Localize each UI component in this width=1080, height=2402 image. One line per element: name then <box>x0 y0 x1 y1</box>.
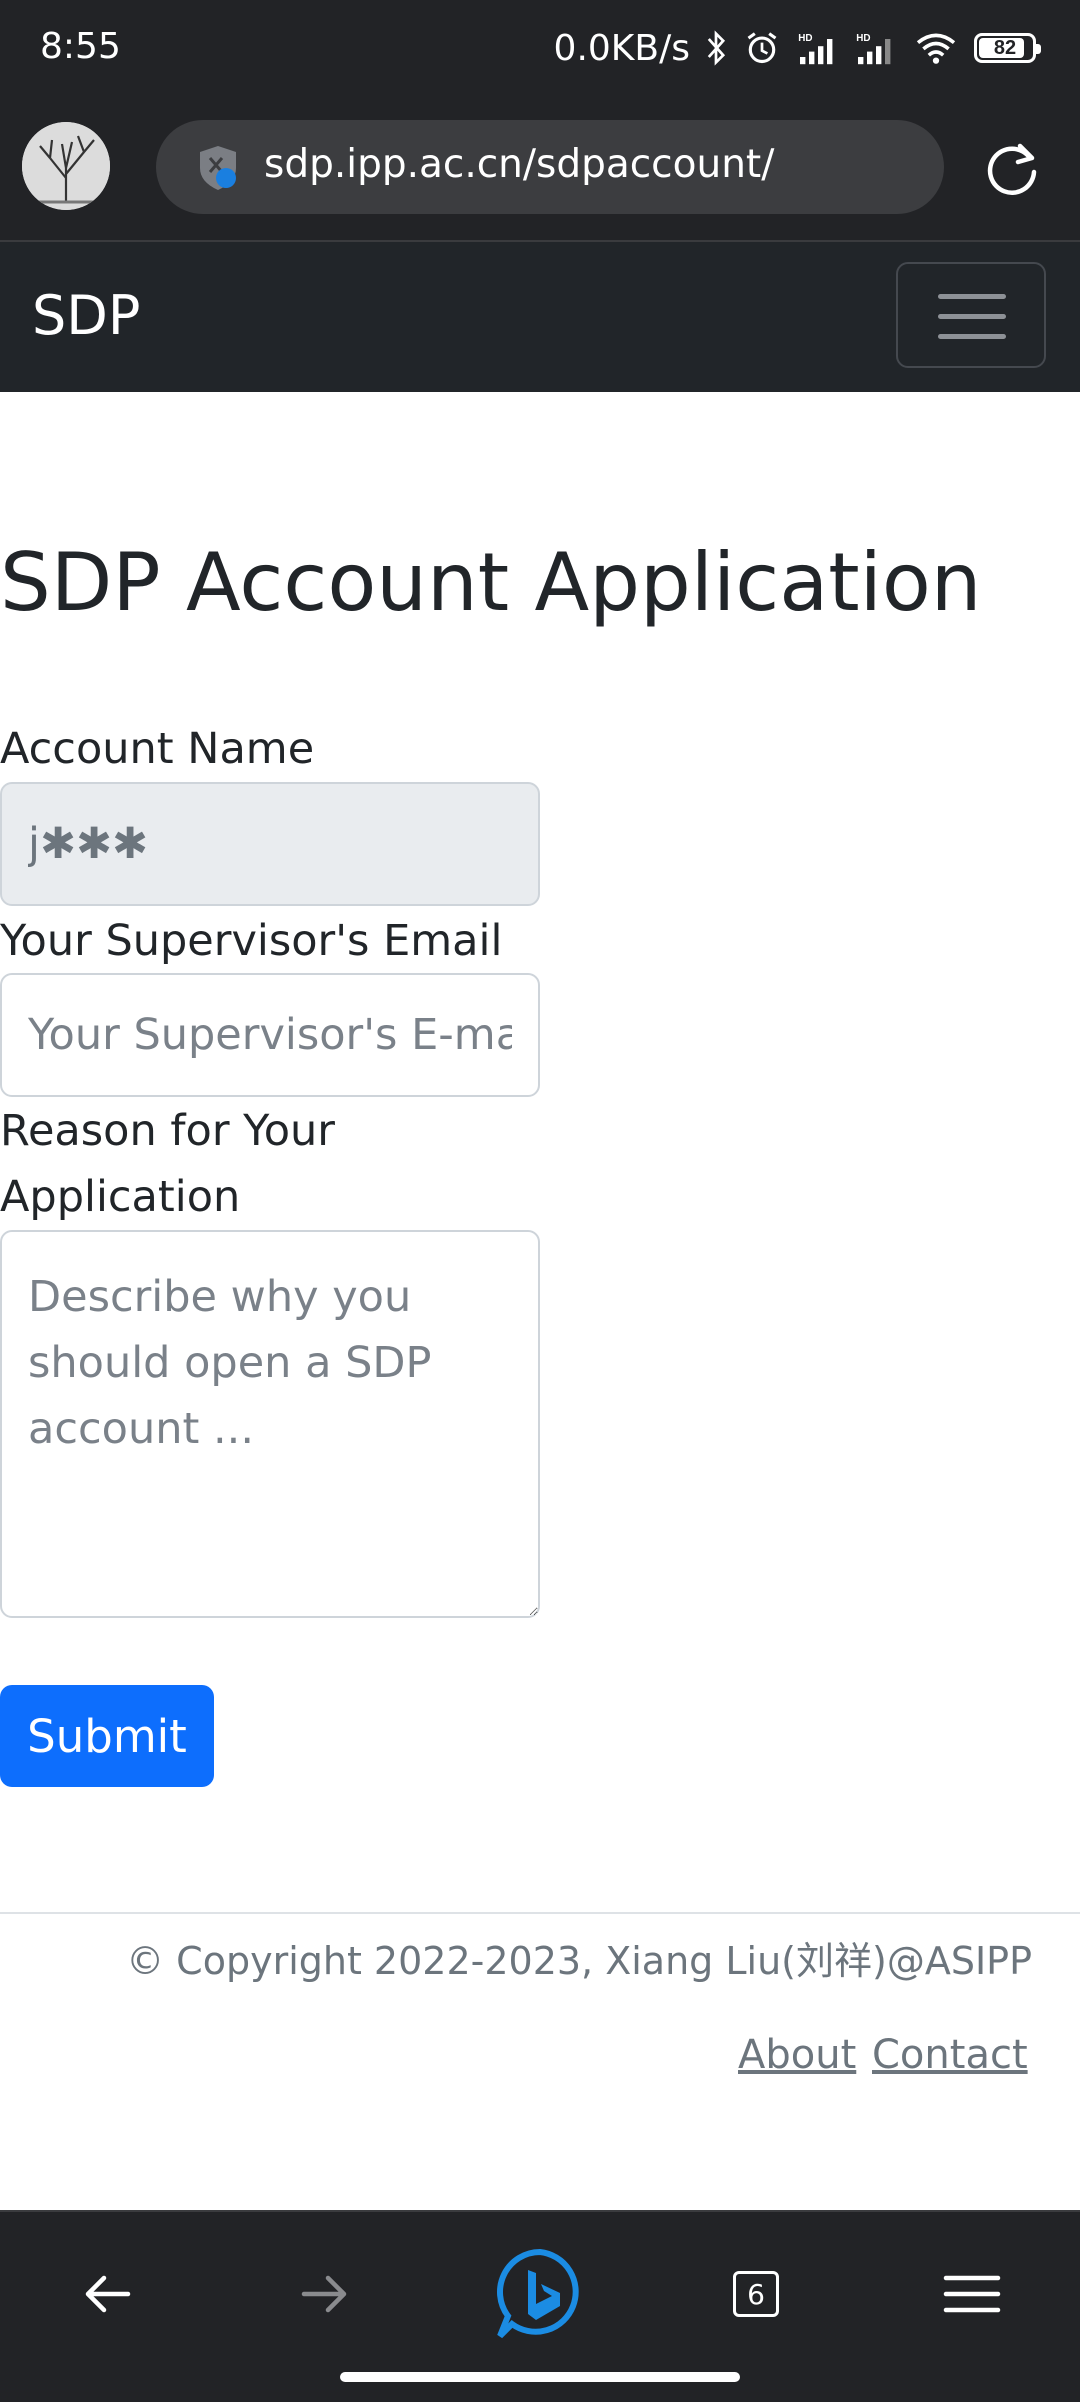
tab-count-icon: 6 <box>733 2271 779 2317</box>
network-speed: 0.0KB/s <box>553 27 690 69</box>
status-bar: 8:55 0.0KB/s HD HD 82 <box>0 0 1080 100</box>
svg-text:HD: HD <box>798 33 812 44</box>
contact-link[interactable]: Contact <box>872 2032 1028 2078</box>
wifi-icon <box>916 33 956 64</box>
url-text[interactable]: sdp.ipp.ac.cn/sdpaccount/ <box>264 142 774 187</box>
tree-avatar-icon <box>22 122 110 210</box>
forward-button[interactable] <box>264 2234 384 2354</box>
supervisor-email-field[interactable] <box>0 973 540 1097</box>
hamburger-icon <box>938 294 1006 299</box>
copyright-text: © Copyright 2022-2023, Xiang Liu(刘祥)@ASI… <box>126 1939 1032 1983</box>
menu-icon <box>943 2275 1001 2313</box>
site-navbar: SDP <box>0 242 1080 392</box>
status-time: 8:55 <box>40 26 121 67</box>
forward-arrow-icon <box>301 2275 347 2313</box>
reason-textarea[interactable] <box>0 1230 540 1618</box>
battery-level: 82 <box>993 36 1017 59</box>
signal-hd-icon: HD <box>798 33 833 65</box>
home-indicator[interactable] <box>340 2372 740 2382</box>
navbar-brand[interactable]: SDP <box>32 284 140 347</box>
svg-text:HD: HD <box>856 33 870 44</box>
bluetooth-icon <box>707 30 726 66</box>
back-button[interactable] <box>48 2234 168 2354</box>
submit-button[interactable]: Submit <box>0 1685 214 1787</box>
bing-chat-icon <box>497 2248 579 2339</box>
shield-icon[interactable] <box>192 142 244 194</box>
navbar-toggler-button[interactable] <box>896 262 1046 368</box>
supervisor-email-label: Your Supervisor's Email <box>0 916 503 966</box>
reload-icon[interactable] <box>980 136 1044 200</box>
alarm-icon <box>747 32 777 64</box>
profile-avatar[interactable] <box>22 122 110 210</box>
address-bar[interactable]: sdp.ipp.ac.cn/sdpaccount/ <box>156 120 944 214</box>
account-name-field <box>0 782 540 906</box>
signal-hd-icon: HD <box>856 33 891 65</box>
status-icons: 0.0KB/s HD HD 82 <box>553 24 1041 72</box>
account-name-label: Account Name <box>0 724 315 774</box>
tabs-button[interactable]: 6 <box>696 2234 816 2354</box>
menu-button[interactable] <box>912 2234 1032 2354</box>
bing-chat-button[interactable] <box>480 2234 600 2354</box>
page-title: SDP Account Application <box>0 536 982 629</box>
footer-divider <box>0 1912 1080 1914</box>
reason-label: Reason for Your Application <box>0 1106 335 1222</box>
hamburger-icon <box>938 314 1006 319</box>
hamburger-icon <box>938 334 1006 339</box>
browser-toolbar: sdp.ipp.ac.cn/sdpaccount/ <box>0 100 1080 242</box>
about-link[interactable]: About <box>738 2032 856 2078</box>
back-arrow-icon <box>85 2275 131 2313</box>
battery-icon: 82 <box>974 33 1041 63</box>
